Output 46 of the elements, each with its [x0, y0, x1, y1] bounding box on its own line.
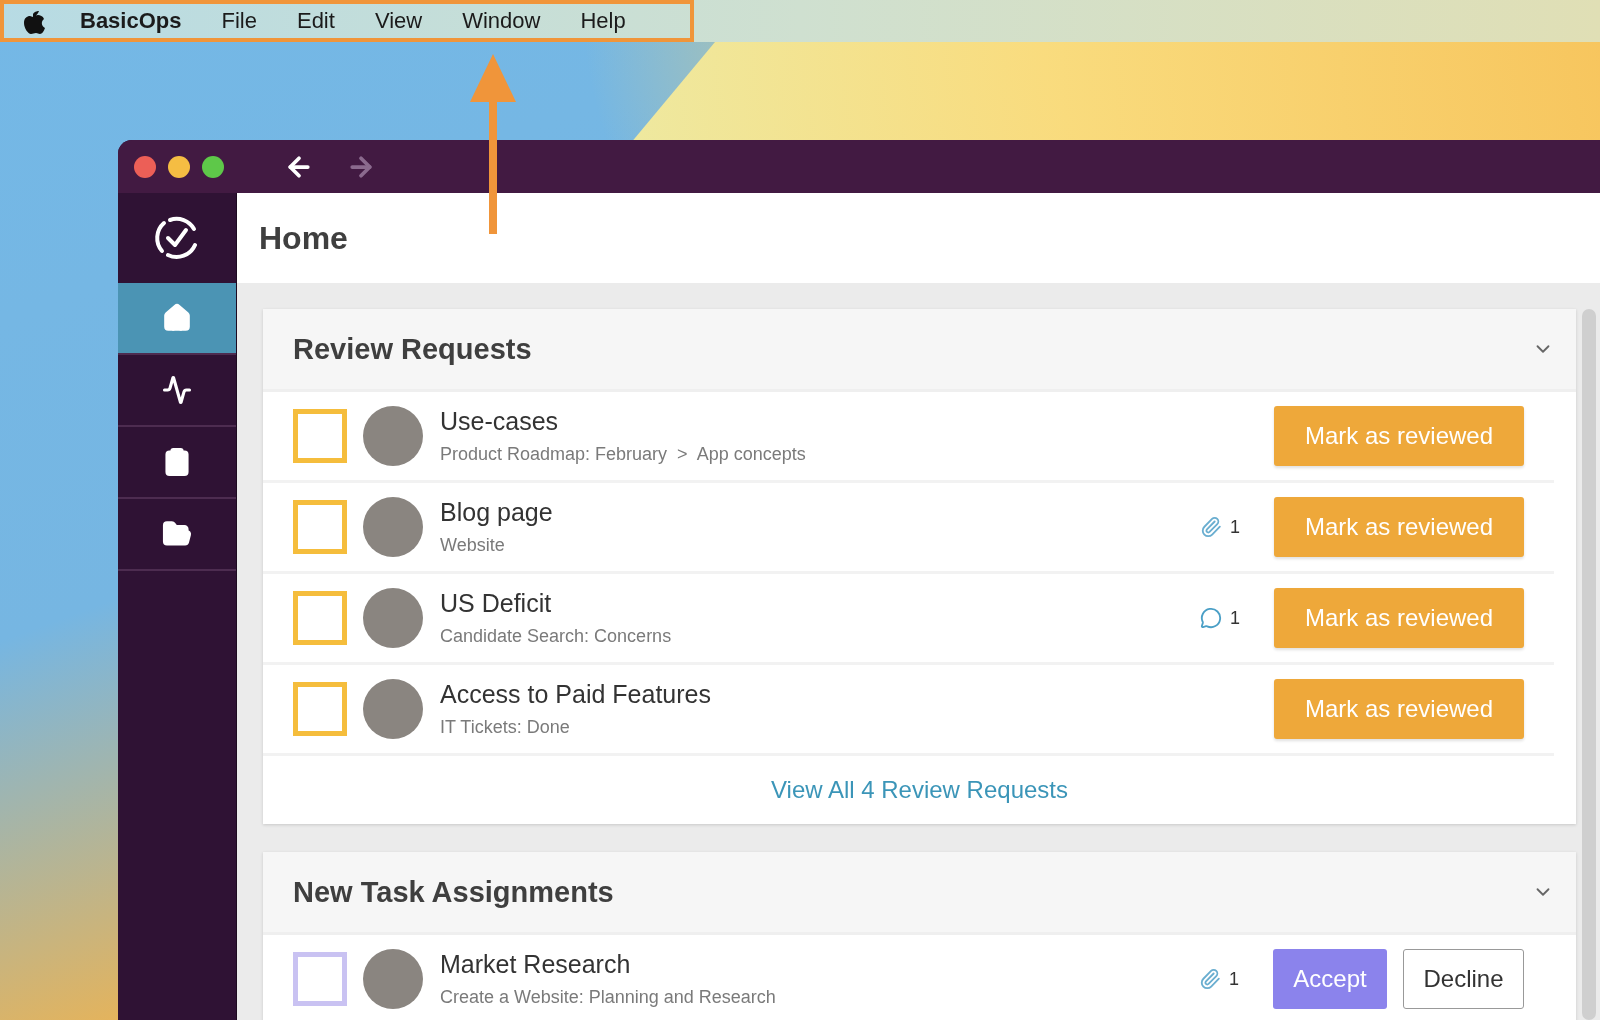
- close-button[interactable]: [134, 155, 156, 178]
- checkbox[interactable]: [293, 500, 347, 554]
- menu-item[interactable]: Edit: [296, 8, 335, 34]
- checkbox[interactable]: [293, 952, 347, 1006]
- checkbox[interactable]: [293, 409, 347, 463]
- app-menu[interactable]: BasicOps: [80, 8, 182, 34]
- checkbox[interactable]: [293, 591, 347, 645]
- zoom-button[interactable]: [202, 155, 224, 178]
- check-circle-logo: [154, 215, 200, 261]
- avatar: [363, 497, 423, 557]
- avatar: [363, 679, 423, 739]
- speech-bubble-icon: [1200, 607, 1222, 629]
- paperclip-icon: [1199, 968, 1221, 990]
- task-path: Candidate Search: Concerns: [440, 626, 673, 647]
- task-title: Blog page: [440, 498, 554, 527]
- task-path: IT Tickets: Done: [440, 717, 571, 738]
- attachment-count: 1: [1229, 968, 1239, 990]
- task-title: Access to Paid Features: [440, 680, 712, 709]
- avatar: [363, 949, 423, 1009]
- pulse-icon: [162, 375, 192, 405]
- task-path: Create a Website: Planning and Research: [440, 987, 777, 1008]
- comment-count: 1: [1230, 607, 1240, 629]
- task-title: Market Research: [440, 950, 632, 979]
- avatar: [363, 406, 423, 466]
- paperclip-icon: [1200, 516, 1222, 538]
- attachment-count: 1: [1230, 516, 1240, 538]
- avatar: [363, 588, 423, 648]
- menu-item[interactable]: Help: [580, 8, 626, 34]
- section-title: Review Requests: [293, 332, 532, 366]
- task-path: Website: [440, 535, 506, 556]
- sidebar-item[interactable]: [118, 283, 236, 355]
- section-title: New Task Assignments: [293, 875, 614, 909]
- task-path: Product Roadmap: February > App concepts: [440, 444, 807, 465]
- page-title: Home: [259, 219, 348, 257]
- task-title: Use-cases: [440, 407, 560, 436]
- menu-item[interactable]: View: [374, 8, 423, 34]
- folder-icon: [162, 519, 192, 549]
- task-title: US Deficit: [440, 589, 553, 618]
- minimize-button[interactable]: [168, 155, 190, 178]
- menu-item[interactable]: File: [221, 8, 257, 34]
- clipboard-icon: [162, 447, 192, 477]
- menu-item[interactable]: Window: [462, 8, 541, 34]
- decline-button[interactable]: Decline: [1403, 949, 1524, 1009]
- scrollbar[interactable]: [1582, 309, 1596, 1020]
- home-icon: [162, 303, 192, 333]
- checkbox[interactable]: [293, 682, 347, 736]
